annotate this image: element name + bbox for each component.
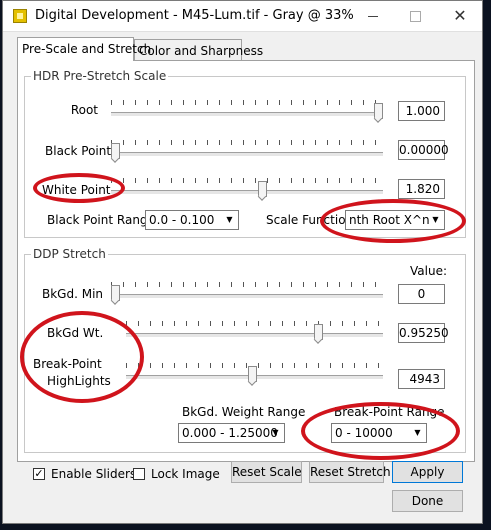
- white-point-value[interactable]: 1.820: [398, 179, 445, 199]
- bkgd-min-value[interactable]: 0: [398, 284, 445, 304]
- root-label: Root: [70, 103, 98, 117]
- ddp-group-title: DDP Stretch: [31, 247, 108, 261]
- hdr-group: HDR Pre-Stretch Scale Root 1.000 Black P…: [24, 69, 466, 238]
- white-point-slider-thumb[interactable]: [258, 181, 267, 197]
- reset-scale-button[interactable]: Reset Scale: [231, 461, 302, 483]
- bkgd-min-slider-ticks: [111, 282, 383, 287]
- black-point-range-selected: 0.0 - 0.100: [149, 213, 215, 227]
- enable-sliders-label[interactable]: Enable Sliders: [51, 467, 136, 481]
- value-header-label: Value:: [410, 264, 447, 278]
- chevron-down-icon[interactable]: ▼: [428, 212, 443, 228]
- break-point-slider-thumb[interactable]: [248, 366, 257, 382]
- scale-function-selected: nth Root X^n: [349, 213, 430, 227]
- break-point-range-label: Break-Point Range: [334, 405, 445, 419]
- bkgd-wt-slider-thumb[interactable]: [314, 324, 323, 340]
- black-point-slider-track: [111, 152, 383, 157]
- chevron-down-icon[interactable]: ▼: [268, 425, 283, 441]
- check-icon: ✓: [34, 467, 44, 480]
- bkgd-weight-range-label: BkGd. Weight Range: [182, 405, 306, 419]
- scale-function-label: Scale Function: [266, 213, 354, 227]
- maximize-button[interactable]: [401, 5, 429, 27]
- enable-sliders-checkbox[interactable]: ✓: [33, 468, 45, 480]
- white-point-slider[interactable]: [111, 178, 383, 202]
- maximize-icon: [410, 11, 421, 22]
- root-slider[interactable]: [111, 100, 383, 124]
- break-point-slider[interactable]: [126, 363, 383, 387]
- white-point-slider-track: [111, 190, 383, 195]
- chevron-down-icon[interactable]: ▼: [222, 212, 237, 228]
- break-point-range-selected: 0 - 10000: [335, 426, 393, 440]
- root-slider-thumb[interactable]: [374, 103, 383, 119]
- break-point-range-select[interactable]: 0 - 10000 ▼: [331, 423, 427, 443]
- black-point-slider-ticks: [111, 140, 383, 145]
- bkgd-weight-range-selected: 0.000 - 1.25000: [182, 426, 278, 440]
- bkgd-min-slider[interactable]: [111, 282, 383, 306]
- bkgd-wt-slider[interactable]: [126, 321, 383, 345]
- root-slider-ticks: [111, 100, 383, 105]
- hdr-group-title: HDR Pre-Stretch Scale: [31, 69, 169, 83]
- reset-stretch-button[interactable]: Reset Stretch: [309, 461, 391, 483]
- black-point-value[interactable]: 0.00000: [398, 140, 449, 160]
- bkgd-wt-slider-ticks: [126, 321, 383, 326]
- highlights-label: HighLights: [47, 374, 111, 388]
- black-point-slider-thumb[interactable]: [111, 143, 120, 159]
- black-point-label: Black Point: [45, 144, 112, 158]
- break-point-value[interactable]: 4943: [398, 369, 445, 389]
- bkgd-wt-label: BkGd Wt.: [47, 326, 104, 340]
- white-point-label: White Point: [42, 183, 111, 197]
- close-icon: ✕: [453, 6, 467, 25]
- tab-pre-scale-and-stretch[interactable]: Pre-Scale and Stretch: [17, 37, 151, 61]
- apply-button[interactable]: Apply: [392, 461, 463, 483]
- root-slider-track: [111, 112, 383, 117]
- window-title: Digital Development - M45-Lum.tif - Gray…: [35, 8, 354, 23]
- bkgd-min-label: BkGd. Min: [42, 287, 104, 301]
- bkgd-wt-slider-track: [126, 333, 383, 338]
- title-bar[interactable]: Digital Development - M45-Lum.tif - Gray…: [3, 1, 482, 32]
- black-point-range-label: Black Point Range: [47, 213, 155, 227]
- close-button[interactable]: ✕: [446, 5, 474, 27]
- black-point-slider[interactable]: [111, 140, 383, 164]
- chevron-down-icon[interactable]: ▼: [410, 425, 425, 441]
- bkgd-min-slider-track: [111, 294, 383, 299]
- bkgd-min-slider-thumb[interactable]: [111, 285, 120, 301]
- break-point-label: Break-Point: [33, 357, 102, 371]
- ddp-group: DDP Stretch Value: BkGd. Min 0 BkGd Wt. …: [24, 247, 466, 453]
- done-button[interactable]: Done: [392, 490, 463, 512]
- dialog-window: Digital Development - M45-Lum.tif - Gray…: [2, 0, 483, 524]
- bkgd-weight-range-select[interactable]: 0.000 - 1.25000 ▼: [178, 423, 285, 443]
- tab-panel: HDR Pre-Stretch Scale Root 1.000 Black P…: [17, 60, 475, 462]
- minimize-icon: [368, 16, 378, 17]
- minimize-button[interactable]: [359, 5, 387, 27]
- white-point-slider-ticks: [111, 178, 383, 183]
- scale-function-select[interactable]: nth Root X^n ▼: [345, 210, 445, 230]
- app-icon: [13, 9, 27, 23]
- black-point-range-select[interactable]: 0.0 - 0.100 ▼: [145, 210, 239, 230]
- bkgd-wt-value[interactable]: 0.95250: [398, 323, 449, 343]
- lock-image-label[interactable]: Lock Image: [151, 467, 220, 481]
- root-value[interactable]: 1.000: [398, 101, 445, 121]
- lock-image-checkbox[interactable]: [133, 468, 145, 480]
